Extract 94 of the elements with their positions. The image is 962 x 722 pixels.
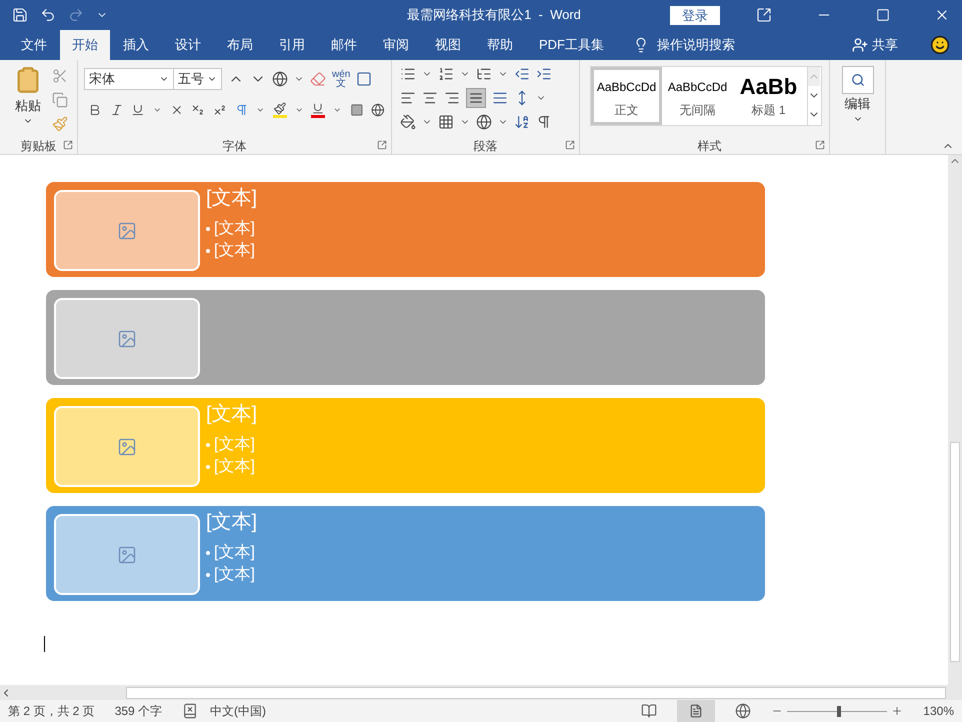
ribbon-tab[interactable]: 帮助 bbox=[474, 30, 526, 60]
card-title: [文本] bbox=[206, 186, 258, 210]
show-marks-icon[interactable] bbox=[536, 114, 552, 130]
phonetic-guide-button[interactable]: wén 文 bbox=[332, 70, 350, 88]
text-cursor bbox=[44, 636, 45, 652]
zoom-in-icon[interactable] bbox=[891, 705, 904, 717]
bullet-icon bbox=[206, 249, 210, 253]
bullet-text: [文本] bbox=[214, 564, 255, 585]
editing-button[interactable]: 编辑 bbox=[842, 66, 874, 124]
horizontal-scroll-thumb[interactable] bbox=[126, 686, 946, 698]
bullet-icon bbox=[206, 573, 210, 577]
increase-indent-icon[interactable] bbox=[536, 66, 552, 82]
ribbon-tab[interactable]: 插入 bbox=[110, 30, 162, 60]
bullet-text: [文本] bbox=[214, 456, 255, 477]
card-title: [文本] bbox=[206, 510, 258, 534]
ribbon-tab[interactable]: PDF工具集 bbox=[526, 30, 617, 60]
copy-icon[interactable] bbox=[52, 92, 68, 108]
ribbon-tab[interactable]: 文件 bbox=[8, 30, 60, 60]
ribbon-tab[interactable]: 设计 bbox=[162, 30, 214, 60]
style-gallery-item[interactable]: AaBbCcDd 无间隔 bbox=[662, 67, 733, 125]
align-right-icon[interactable] bbox=[444, 90, 460, 106]
search-icon bbox=[842, 66, 874, 94]
window-title: 最需网络科技有限公1 - Word bbox=[407, 6, 581, 24]
image-icon bbox=[117, 436, 137, 456]
card-title: [文本] bbox=[206, 402, 258, 426]
ribbon-tab[interactable]: 开始 bbox=[60, 30, 110, 60]
bullet-text: [文本] bbox=[214, 218, 255, 239]
share-button[interactable]: 共享 bbox=[852, 30, 898, 60]
decrease-indent-icon[interactable] bbox=[514, 66, 530, 82]
sort-icon[interactable] bbox=[514, 114, 530, 130]
dialog-launcher-icon[interactable] bbox=[565, 140, 575, 150]
borders-icon[interactable] bbox=[438, 114, 454, 130]
character-shading-icon[interactable] bbox=[350, 102, 364, 118]
smiley-icon[interactable] bbox=[930, 35, 950, 55]
shading-icon[interactable] bbox=[400, 114, 416, 130]
numbering-icon[interactable] bbox=[438, 66, 454, 82]
group-label: 段落 bbox=[474, 138, 498, 155]
italic-icon[interactable] bbox=[110, 102, 124, 118]
font-name-field[interactable]: 宋体 bbox=[84, 68, 174, 90]
person-icon bbox=[852, 37, 868, 53]
print-layout-icon[interactable] bbox=[677, 700, 716, 722]
ribbon-tab[interactable]: 布局 bbox=[214, 30, 266, 60]
distributed-icon[interactable] bbox=[492, 90, 508, 106]
image-icon bbox=[117, 220, 137, 240]
cut-icon[interactable] bbox=[52, 68, 68, 84]
multilevel-list-icon[interactable] bbox=[476, 66, 492, 82]
bullet-icon bbox=[206, 465, 210, 469]
style-gallery-item[interactable]: AaBbCcDd 正文 bbox=[591, 67, 662, 125]
group-label: 样式 bbox=[698, 138, 722, 155]
read-mode-icon[interactable] bbox=[641, 703, 658, 719]
eraser-icon[interactable] bbox=[310, 71, 326, 87]
bullet-text: [文本] bbox=[214, 434, 255, 455]
login-button[interactable]: 登录 bbox=[670, 6, 720, 24]
web-layout-icon[interactable] bbox=[735, 703, 752, 719]
save-icon[interactable] bbox=[12, 7, 28, 23]
zoom-slider[interactable] bbox=[787, 706, 888, 716]
dialog-launcher-icon[interactable] bbox=[815, 140, 825, 150]
ribbon-tab[interactable]: 引用 bbox=[266, 30, 318, 60]
scroll-thumb[interactable] bbox=[950, 442, 960, 662]
align-left-icon[interactable] bbox=[400, 90, 416, 106]
ribbon-tab[interactable]: 视图 bbox=[422, 30, 474, 60]
ribbon-tab[interactable]: 审阅 bbox=[370, 30, 422, 60]
word-count[interactable]: 359 个字 bbox=[114, 702, 162, 720]
bullet-text: [文本] bbox=[214, 542, 255, 563]
underline-icon[interactable] bbox=[131, 102, 146, 118]
page-count[interactable]: 第 2 页，共 2 页 bbox=[8, 702, 95, 720]
character-border-icon[interactable] bbox=[356, 71, 372, 87]
maximize-icon[interactable] bbox=[876, 8, 890, 22]
bullet-icon bbox=[206, 227, 210, 231]
tell-me-field[interactable]: 操作说明搜索 bbox=[657, 35, 735, 55]
undo-icon[interactable] bbox=[40, 7, 56, 23]
ribbon-tab[interactable]: 邮件 bbox=[318, 30, 370, 60]
highlight-icon[interactable] bbox=[273, 102, 287, 118]
proofing-icon[interactable] bbox=[182, 703, 198, 719]
redo-icon[interactable] bbox=[68, 7, 84, 23]
zoom-level[interactable]: 130% bbox=[923, 702, 954, 720]
font-color-icon[interactable] bbox=[311, 102, 326, 118]
bullet-icon bbox=[206, 443, 210, 447]
paste-button[interactable]: 粘贴 bbox=[8, 64, 48, 132]
group-label: 剪贴板 bbox=[20, 138, 56, 155]
image-icon bbox=[117, 328, 137, 348]
style-gallery-item[interactable]: AaBb 标题 1 bbox=[733, 67, 804, 125]
justify-icon[interactable] bbox=[466, 88, 486, 108]
zoom-thumb[interactable] bbox=[837, 706, 842, 716]
font-size-field[interactable]: 五号 bbox=[174, 68, 222, 90]
dialog-launcher-icon[interactable] bbox=[63, 140, 73, 150]
bullet-icon bbox=[206, 551, 210, 555]
group-label: 字体 bbox=[222, 138, 246, 155]
align-center-icon[interactable] bbox=[422, 90, 438, 106]
bold-icon[interactable] bbox=[88, 102, 102, 118]
image-icon bbox=[117, 544, 137, 564]
bullet-text: [文本] bbox=[214, 240, 255, 261]
dialog-launcher-icon[interactable] bbox=[377, 140, 387, 150]
language-status[interactable]: 中文(中国) bbox=[210, 702, 266, 720]
